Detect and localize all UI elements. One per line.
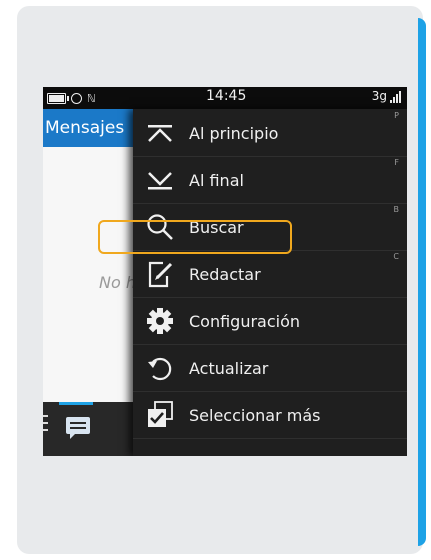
menu-item-top[interactable]: Al principio P	[133, 109, 407, 157]
shortcut-key: P	[394, 111, 399, 120]
status-bar: ℕ 14:45 3g	[43, 87, 407, 109]
menu-label: Seleccionar más	[189, 406, 321, 425]
menu-label: Configuración	[189, 312, 301, 331]
active-tab-indicator	[59, 402, 93, 405]
empty-message: No h	[99, 273, 136, 292]
menu-label: Al principio	[189, 124, 279, 143]
menu-item-compose[interactable]: Redactar C	[133, 250, 407, 298]
status-time: 14:45	[206, 88, 247, 104]
context-menu: Al principio P Al final F Buscar B Redac…	[133, 109, 407, 456]
shortcut-key: B	[393, 205, 400, 214]
menu-label: Al final	[189, 171, 244, 190]
menu-item-refresh[interactable]: Actualizar	[133, 344, 407, 392]
alarm-icon	[71, 92, 82, 104]
action-bar	[43, 402, 133, 456]
nfc-icon: ℕ	[87, 91, 96, 105]
shortcut-key: C	[393, 252, 399, 261]
menu-item-settings[interactable]: Configuración	[133, 297, 407, 345]
gear-icon	[145, 306, 175, 336]
compose-icon	[145, 259, 175, 289]
menu-item-select-more[interactable]: Seleccionar más	[133, 391, 407, 439]
compose-message-icon[interactable]	[65, 416, 91, 444]
select-more-icon	[145, 400, 175, 430]
bottom-icon	[145, 165, 175, 195]
menu-label: Actualizar	[189, 359, 269, 378]
top-icon	[145, 118, 175, 148]
menu-item-bottom[interactable]: Al final F	[133, 156, 407, 204]
battery-icon	[47, 92, 69, 104]
overflow-menu-icon[interactable]	[43, 415, 49, 437]
refresh-icon	[145, 353, 175, 383]
card-accent-edge	[418, 18, 426, 546]
app-title: Mensajes	[43, 109, 135, 147]
shortcut-key: F	[394, 158, 399, 167]
menu-label: Redactar	[189, 265, 261, 284]
network-type: 3g	[371, 89, 387, 103]
highlight-box	[98, 220, 292, 254]
signal-indicator: 3g	[372, 89, 401, 103]
phone-screen: ℕ 14:45 3g Mensajes No h Al principio P …	[43, 87, 407, 456]
message-list: No h	[43, 147, 136, 402]
